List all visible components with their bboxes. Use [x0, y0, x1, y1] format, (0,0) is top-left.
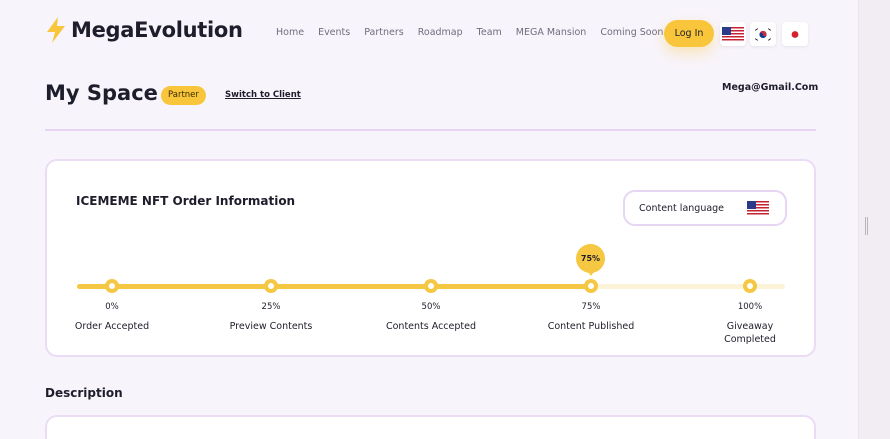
nav-item-coming-soon[interactable]: Coming Soon [600, 27, 663, 38]
step-label: Content Published [547, 321, 635, 332]
step-percent: 100% [737, 302, 763, 312]
step-dot-content-published [584, 279, 598, 293]
progress-fill [77, 284, 591, 289]
korea-flag-icon [753, 26, 773, 42]
nav-item-home[interactable]: Home [276, 27, 304, 38]
brand-logo[interactable]: MegaEvolution [44, 16, 243, 44]
japan-flag-icon [785, 26, 805, 42]
step-label: Order Accepted [74, 321, 150, 332]
switch-to-client-link[interactable]: Switch to Client [225, 90, 301, 100]
step-dot-giveaway-completed [743, 279, 757, 293]
nav-item-team[interactable]: Team [477, 27, 502, 38]
step-percent: 0% [105, 302, 119, 312]
step-percent: 75% [581, 302, 601, 312]
order-info-card: ICEMEME NFT Order Information Content la… [45, 159, 816, 357]
page-scrollbar[interactable] [858, 0, 890, 439]
brand-name: MegaEvolution [71, 18, 243, 42]
step-label: Preview Contents [229, 321, 313, 332]
title-divider [45, 129, 816, 131]
user-email: Mega@Gmail.Com [722, 82, 819, 93]
language-us-button[interactable] [720, 22, 746, 46]
content-language-label: Content language [639, 202, 725, 214]
step-dot-contents-accepted [424, 279, 438, 293]
nav-item-roadmap[interactable]: Roadmap [418, 27, 463, 38]
scrollbar-grip-icon[interactable] [865, 217, 868, 235]
progress-bubble: 75% [576, 244, 605, 276]
nav-item-events[interactable]: Events [318, 27, 350, 38]
lightning-bolt-icon [47, 17, 65, 43]
step-percent: 25% [261, 302, 281, 312]
page-title: My Space [45, 81, 158, 105]
description-heading: Description [45, 386, 123, 400]
step-dot-order-accepted [105, 279, 119, 293]
step-label: Giveaway Completed [724, 321, 776, 345]
description-card [45, 415, 816, 439]
step-dot-preview-contents [264, 279, 278, 293]
step-percent: 50% [421, 302, 441, 312]
main-nav: Home Events Partners Roadmap Team MEGA M… [276, 27, 663, 38]
us-flag-icon [747, 201, 769, 216]
language-korean-button[interactable] [750, 22, 776, 46]
login-button[interactable]: Log In [664, 20, 714, 47]
order-title: ICEMEME NFT Order Information [76, 194, 296, 208]
step-label: Contents Accepted [385, 321, 476, 332]
us-flag-icon [722, 26, 744, 42]
nav-item-partners[interactable]: Partners [364, 27, 403, 38]
role-badge: Partner [161, 86, 206, 105]
language-japanese-button[interactable] [782, 22, 808, 46]
nav-item-mega-mansion[interactable]: MEGA Mansion [516, 27, 587, 38]
content-language-selector[interactable]: Content language [623, 190, 787, 226]
